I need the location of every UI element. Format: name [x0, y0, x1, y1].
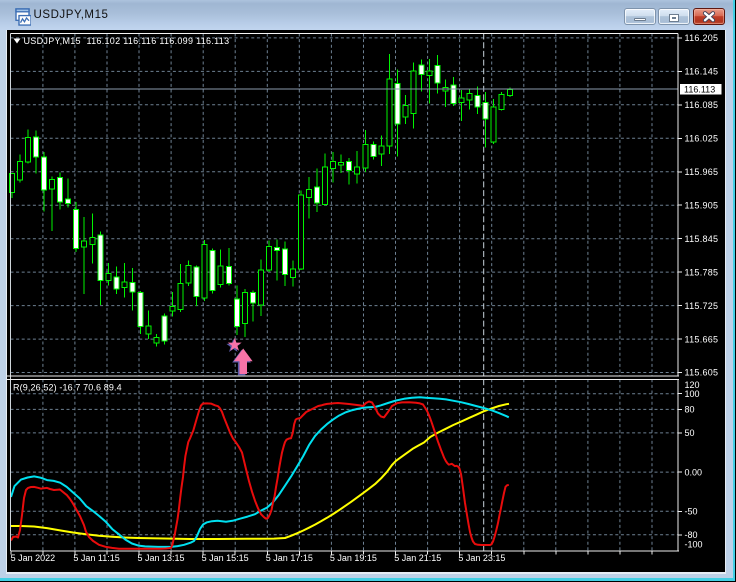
svg-text:R(9,26,52) -16.7 70.6 89.4: R(9,26,52) -16.7 70.6 89.4: [13, 382, 122, 392]
svg-text:5 Jan 21:15: 5 Jan 21:15: [394, 553, 441, 563]
svg-text:-80: -80: [685, 530, 698, 540]
svg-text:80: 80: [685, 405, 695, 415]
svg-text:116.205: 116.205: [685, 33, 719, 43]
svg-text:0.00: 0.00: [685, 467, 703, 477]
svg-text:-50: -50: [685, 507, 698, 517]
svg-text:115.665: 115.665: [685, 334, 719, 344]
svg-text:5 Jan 15:15: 5 Jan 15:15: [202, 553, 249, 563]
svg-text:5 Jan 17:15: 5 Jan 17:15: [266, 553, 313, 563]
svg-text:115.845: 115.845: [685, 234, 719, 244]
svg-text:116.113: 116.113: [684, 85, 715, 95]
svg-text:5 Jan 11:15: 5 Jan 11:15: [73, 553, 119, 563]
svg-text:5 Jan 2022: 5 Jan 2022: [11, 553, 56, 563]
svg-text:115.725: 115.725: [685, 301, 719, 311]
svg-text:USDJPY,M15 116.102 116.116 11: USDJPY,M15 116.102 116.116 116.099 116.1…: [24, 36, 230, 46]
svg-text:115.965: 115.965: [685, 167, 719, 177]
svg-text:116.025: 116.025: [685, 134, 719, 144]
svg-text:50: 50: [685, 428, 695, 438]
svg-text:5 Jan 13:15: 5 Jan 13:15: [138, 553, 185, 563]
svg-text:-100: -100: [685, 540, 703, 550]
svg-text:115.785: 115.785: [685, 267, 719, 277]
svg-text:5 Jan 19:15: 5 Jan 19:15: [330, 553, 377, 563]
svg-text:115.605: 115.605: [685, 368, 719, 378]
svg-text:115.905: 115.905: [685, 200, 719, 210]
svg-text:116.145: 116.145: [685, 67, 719, 77]
svg-text:5 Jan 23:15: 5 Jan 23:15: [458, 553, 505, 563]
svg-text:116.085: 116.085: [685, 100, 719, 110]
svg-text:100: 100: [685, 389, 700, 399]
